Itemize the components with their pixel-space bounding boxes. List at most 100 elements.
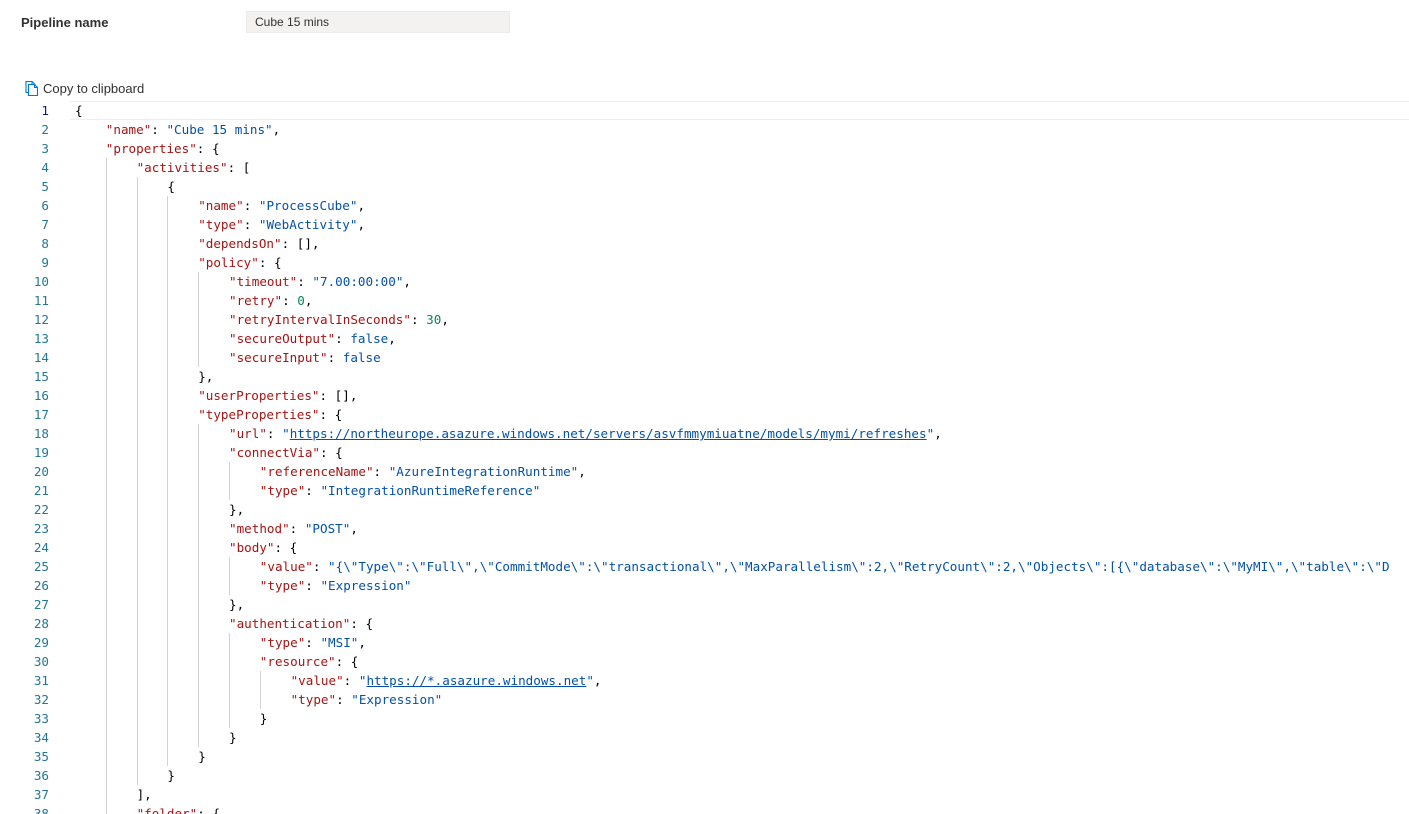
code-token: "properties" — [105, 141, 197, 156]
code-line: 10 "timeout": "7.00:00:00", — [0, 272, 1409, 291]
indent-guide — [198, 481, 199, 500]
pipeline-name-input[interactable]: Cube 15 mins — [246, 11, 510, 33]
indent-guide — [198, 462, 199, 481]
indent-guide — [106, 462, 107, 481]
line-number: 13 — [33, 331, 49, 346]
indent-guide — [167, 671, 168, 690]
line-number: 31 — [33, 673, 49, 688]
indent-guide — [106, 595, 107, 614]
code-text: }, — [229, 500, 244, 519]
code-token: : — [373, 464, 389, 479]
code-text: "value": "https://*.asazure.windows.net"… — [291, 671, 602, 690]
code-line: 17 "typeProperties": { — [0, 405, 1409, 424]
code-token: , — [358, 635, 366, 650]
code-text: ], — [137, 785, 152, 804]
indent-guide — [137, 481, 138, 500]
code-token: " — [282, 426, 290, 441]
code-text: { — [75, 101, 83, 120]
copy-label: Copy to clipboard — [43, 80, 145, 96]
indent-guide — [229, 671, 230, 690]
indent-guide — [106, 177, 107, 196]
code-line: 29 "type": "MSI", — [0, 633, 1409, 652]
code-token: "authentication" — [229, 616, 351, 631]
code-line: 1{ — [0, 101, 1409, 120]
indent-guide — [106, 291, 107, 310]
code-text: "type": "Expression" — [291, 690, 443, 709]
code-token: "url" — [229, 426, 267, 441]
code-line: 32 "type": "Expression" — [0, 690, 1409, 709]
code-line: 5{ — [0, 177, 1409, 196]
code-token: : { — [320, 445, 343, 460]
line-number: 29 — [33, 635, 49, 650]
indent-guide — [137, 519, 138, 538]
code-line: 6 "name": "ProcessCube", — [0, 196, 1409, 215]
indent-guide — [167, 633, 168, 652]
indent-guide — [137, 633, 138, 652]
line-number: 1 — [41, 103, 49, 118]
indent-guide — [167, 462, 168, 481]
indent-guide — [167, 519, 168, 538]
code-line: 18 "url": "https://northeurope.asazure.wi… — [0, 424, 1409, 443]
code-text: "secureInput": false — [229, 348, 381, 367]
indent-guide — [137, 253, 138, 272]
indent-guide — [106, 234, 107, 253]
url-link[interactable]: https://northeurope.asazure.windows.net/… — [290, 426, 927, 441]
line-number: 34 — [33, 730, 49, 745]
indent-guide — [137, 462, 138, 481]
code-token: "policy" — [198, 255, 259, 270]
url-link[interactable]: https://*.asazure.windows.net — [366, 673, 586, 688]
indent-guide — [137, 747, 138, 766]
indent-guide — [137, 424, 138, 443]
code-token: "IntegrationRuntimeReference" — [320, 483, 541, 498]
indent-guide — [167, 690, 168, 709]
code-text: "properties": { — [106, 139, 220, 158]
code-token: "dependsOn" — [198, 236, 282, 251]
code-text: { — [167, 177, 175, 196]
code-token: : { — [350, 616, 374, 631]
indent-guide — [137, 728, 138, 747]
code-token: "type" — [259, 483, 306, 498]
code-token: "referenceName" — [259, 464, 374, 479]
indent-guide — [137, 177, 138, 196]
code-token: false — [342, 350, 381, 365]
line-number: 25 — [33, 559, 49, 574]
code-text: "resource": { — [260, 652, 359, 671]
code-text: "referenceName": "AzureIntegrationRuntim… — [260, 462, 586, 481]
indent-guide — [137, 500, 138, 519]
indent-guide — [229, 633, 230, 652]
code-line: 3 "properties": { — [0, 139, 1409, 158]
line-number: 36 — [33, 768, 49, 783]
indent-guide — [198, 595, 199, 614]
indent-guide — [167, 557, 168, 576]
code-text: }, — [229, 595, 244, 614]
indent-guide — [137, 709, 138, 728]
indent-guide — [106, 386, 107, 405]
code-text: "activities": [ — [137, 158, 251, 177]
line-number: 18 — [33, 426, 49, 441]
code-token: "resource" — [259, 654, 336, 669]
code-text: "type": "IntegrationRuntimeReference" — [260, 481, 541, 500]
copy-to-clipboard-button[interactable]: Copy to clipboard — [23, 78, 144, 98]
code-token: , — [578, 464, 586, 479]
indent-guide — [106, 690, 107, 709]
indent-guide — [198, 709, 199, 728]
code-line: 37], — [0, 785, 1409, 804]
code-line: 24 "body": { — [0, 538, 1409, 557]
indent-guide — [167, 196, 168, 215]
indent-guide — [137, 367, 138, 386]
code-text: "timeout": "7.00:00:00", — [229, 272, 411, 291]
indent-guide — [198, 633, 199, 652]
indent-guide — [229, 481, 230, 500]
code-token: , — [350, 521, 358, 536]
indent-guide — [260, 671, 261, 690]
code-token: } — [167, 768, 175, 783]
code-token: "retryIntervalInSeconds" — [229, 312, 411, 327]
indent-guide — [229, 709, 230, 728]
indent-guide — [167, 386, 168, 405]
code-token: , — [357, 217, 366, 232]
code-token: " — [586, 673, 594, 688]
indent-guide — [137, 272, 138, 291]
code-token: : — [243, 198, 259, 213]
indent-guide — [260, 690, 261, 709]
json-code-editor[interactable]: 1{2 "name": "Cube 15 mins", 3 "properties":… — [0, 101, 1409, 814]
